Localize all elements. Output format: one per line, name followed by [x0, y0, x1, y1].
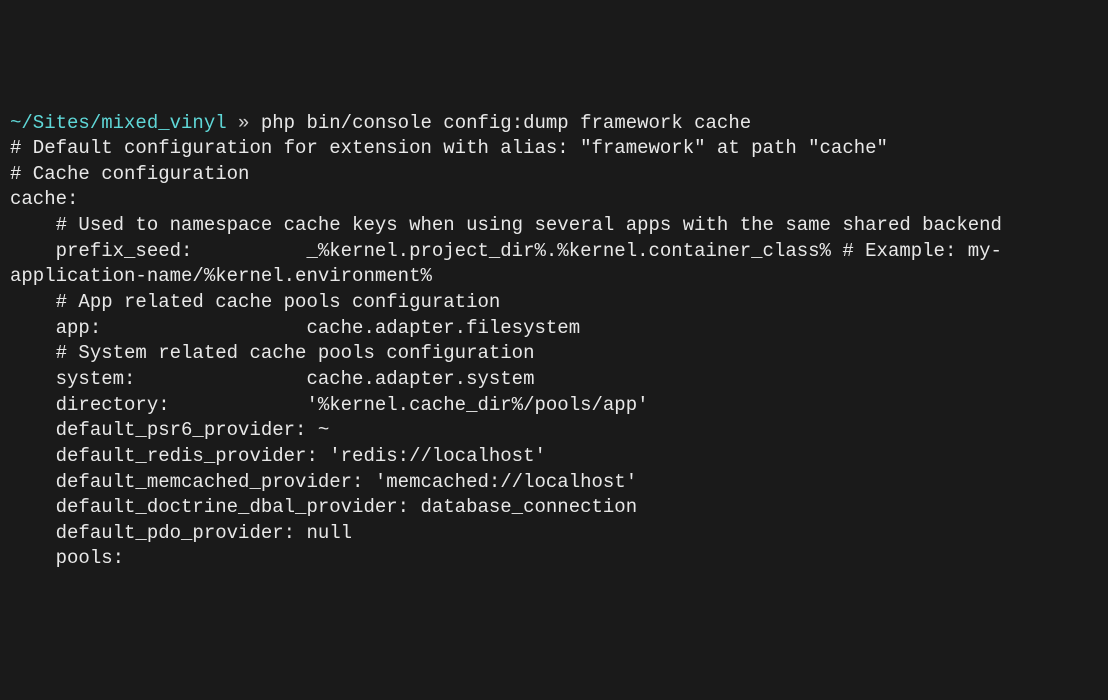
- output-line: default_psr6_provider: ~: [10, 418, 1098, 444]
- output-line: prefix_seed: _%kernel.project_dir%.%kern…: [10, 239, 1098, 290]
- output-line: directory: '%kernel.cache_dir%/pools/app…: [10, 393, 1098, 419]
- terminal-window[interactable]: ~/Sites/mixed_vinyl » php bin/console co…: [10, 111, 1098, 573]
- output-line: system: cache.adapter.system: [10, 367, 1098, 393]
- prompt-separator: »: [227, 112, 261, 134]
- output-line: # Used to namespace cache keys when usin…: [10, 213, 1098, 239]
- output-line: app: cache.adapter.filesystem: [10, 316, 1098, 342]
- output-line: default_memcached_provider: 'memcached:/…: [10, 470, 1098, 496]
- prompt-path: ~/Sites/mixed_vinyl: [10, 112, 227, 134]
- output-line: default_doctrine_dbal_provider: database…: [10, 495, 1098, 521]
- output-line: cache:: [10, 187, 1098, 213]
- output-line: # System related cache pools configurati…: [10, 341, 1098, 367]
- output-line: # Default configuration for extension wi…: [10, 136, 1098, 162]
- output-line: default_pdo_provider: null: [10, 521, 1098, 547]
- output-line: default_redis_provider: 'redis://localho…: [10, 444, 1098, 470]
- output-line: pools:: [10, 546, 1098, 572]
- output-line: # App related cache pools configuration: [10, 290, 1098, 316]
- prompt-line: ~/Sites/mixed_vinyl » php bin/console co…: [10, 111, 1098, 137]
- output-line: # Cache configuration: [10, 162, 1098, 188]
- command-text: php bin/console config:dump framework ca…: [261, 112, 751, 134]
